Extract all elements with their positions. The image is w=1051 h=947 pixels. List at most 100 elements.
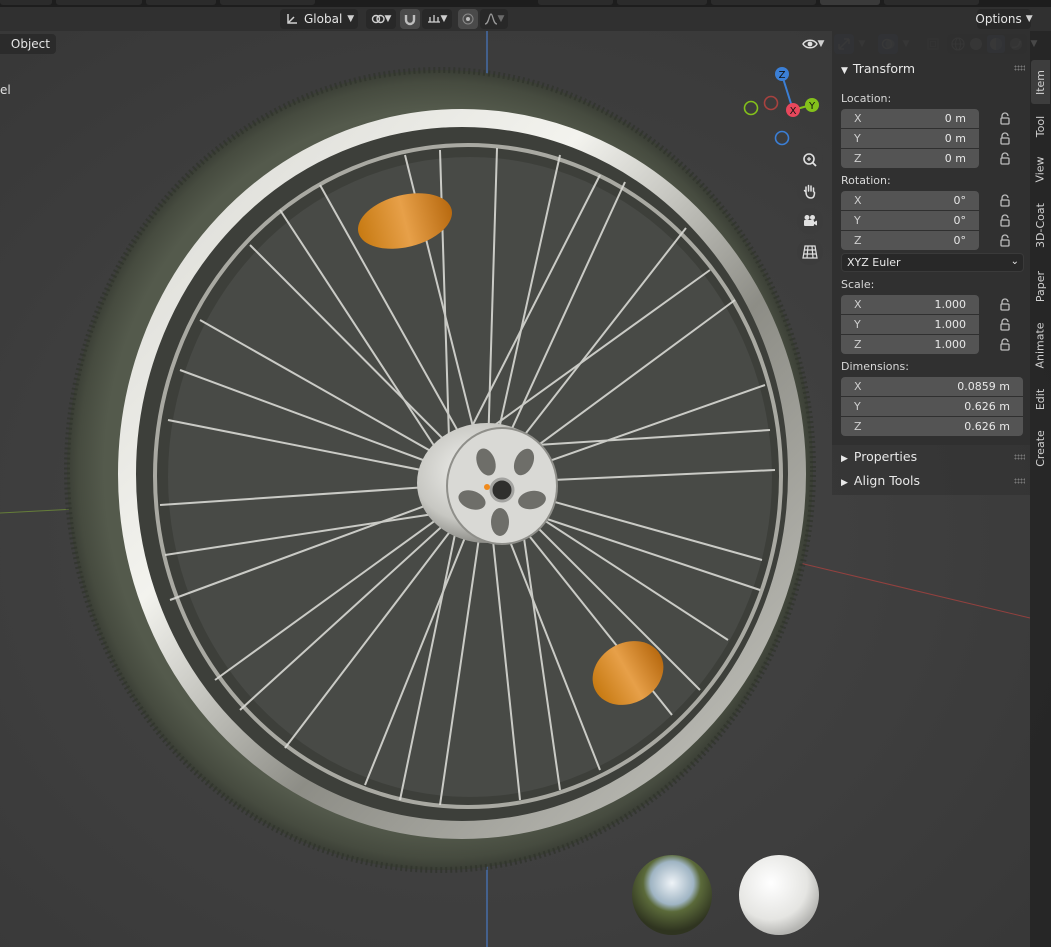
field-value: 0° xyxy=(953,234,967,247)
perspective-toggle[interactable] xyxy=(797,239,823,265)
top-strip-segment[interactable] xyxy=(711,0,816,5)
top-strip-segment[interactable] xyxy=(0,0,52,5)
zoom-button[interactable] xyxy=(797,147,823,173)
white-preview-sphere xyxy=(739,855,819,935)
top-strip-segment[interactable] xyxy=(538,0,613,5)
camera-icon xyxy=(804,215,817,226)
align-tools-title: Align Tools xyxy=(853,473,921,488)
object-mode-button[interactable]: Object xyxy=(0,34,56,54)
proportional-edit-icon xyxy=(462,13,474,25)
gizmo-neg-y-axis[interactable] xyxy=(743,100,759,116)
axis-label: Z xyxy=(854,338,862,351)
lock-icon[interactable] xyxy=(999,318,1011,332)
tab-paper[interactable]: Paper xyxy=(1031,260,1050,312)
tab-label: Item xyxy=(1034,69,1048,95)
gizmo-neg-z-axis[interactable] xyxy=(774,130,790,146)
transform-panel-header[interactable]: ▼ Transform xyxy=(841,61,915,76)
axis-label: Y xyxy=(854,318,861,331)
dimensions-y-field[interactable]: Y 0.626 m xyxy=(841,397,1023,416)
top-strip-segment[interactable] xyxy=(820,0,880,5)
snap-increment-icon xyxy=(427,15,440,23)
expand-arrow-icon: ▶ xyxy=(841,478,848,488)
pivot-point-dropdown[interactable]: ▼ xyxy=(366,9,396,29)
scale-x-field[interactable]: X 1.000 xyxy=(841,295,979,314)
tab-label: View xyxy=(1034,155,1048,183)
proportional-edit-toggle[interactable] xyxy=(458,9,478,29)
camera-view-button[interactable] xyxy=(797,208,823,234)
gizmo-neg-x-axis[interactable] xyxy=(763,95,779,111)
gizmo-x-label: X xyxy=(790,106,797,117)
axis-label: X xyxy=(854,380,862,393)
zoom-icon xyxy=(803,153,817,167)
snap-toggle[interactable] xyxy=(400,9,420,29)
top-strip-segment[interactable] xyxy=(617,0,707,5)
lock-icon[interactable] xyxy=(999,112,1011,126)
align-tools-panel-header[interactable]: ▶ Align Tools xyxy=(841,473,920,488)
magnet-icon xyxy=(404,15,416,26)
lock-icon[interactable] xyxy=(999,194,1011,208)
object-mode-label: Object xyxy=(10,37,50,51)
chevron-down-icon: ▼ xyxy=(1025,14,1033,24)
dimensions-x-field[interactable]: X 0.0859 m xyxy=(841,377,1023,396)
tab-create[interactable]: Create xyxy=(1031,422,1050,474)
lock-icon[interactable] xyxy=(999,152,1011,166)
lock-icon[interactable] xyxy=(999,132,1011,146)
field-value: 0 m xyxy=(944,132,966,145)
collapse-arrow-icon: ▼ xyxy=(841,66,848,76)
tab-edit[interactable]: Edit xyxy=(1031,378,1050,420)
lock-icon[interactable] xyxy=(999,234,1011,248)
pan-button[interactable] xyxy=(797,178,823,204)
hand-icon xyxy=(803,184,816,199)
top-strip-segment[interactable] xyxy=(884,0,979,5)
chevron-down-icon: ▼ xyxy=(497,14,505,24)
tab-animate[interactable]: Animate xyxy=(1031,314,1050,376)
panel-drag-handle[interactable] xyxy=(1014,454,1025,460)
tab-label: Create xyxy=(1034,429,1047,467)
options-dropdown[interactable]: Options ▼ xyxy=(975,9,1033,29)
panel-drag-handle[interactable] xyxy=(1014,65,1025,71)
field-value: 0 m xyxy=(944,112,966,125)
lock-icon[interactable] xyxy=(999,338,1011,352)
axis-label: Y xyxy=(854,400,861,413)
rotation-mode-value: XYZ Euler xyxy=(847,256,901,269)
dimensions-label: Dimensions: xyxy=(841,360,909,373)
location-y-field[interactable]: Y 0 m xyxy=(841,129,979,148)
location-x-field[interactable]: X 0 m xyxy=(841,109,979,128)
location-z-field[interactable]: Z 0 m xyxy=(841,149,979,168)
object-origin xyxy=(484,484,490,490)
dimensions-z-field[interactable]: Z 0.626 m xyxy=(841,417,1023,436)
lock-icon[interactable] xyxy=(999,298,1011,312)
tab-3d-coat[interactable]: 3D-Coat xyxy=(1031,192,1050,258)
field-value: 0.0859 m xyxy=(957,380,1010,393)
top-strip-segment[interactable] xyxy=(220,0,315,5)
falloff-dropdown[interactable]: ▼ xyxy=(480,9,508,29)
scale-y-field[interactable]: Y 1.000 xyxy=(841,315,979,334)
rotation-mode-dropdown[interactable]: XYZ Euler ⌄ xyxy=(841,253,1024,272)
snap-target-dropdown[interactable]: ▼ xyxy=(422,9,452,29)
navigation-gizmo[interactable]: Z Y X xyxy=(740,65,830,151)
gizmo-y-label: Y xyxy=(808,101,816,112)
rotation-y-field[interactable]: Y 0° xyxy=(841,211,979,230)
scale-z-field[interactable]: Z 1.000 xyxy=(841,335,979,354)
properties-title: Properties xyxy=(853,449,918,464)
panel-drag-handle[interactable] xyxy=(1014,478,1025,484)
chevron-down-icon: ⌄ xyxy=(1010,256,1019,267)
lock-icon[interactable] xyxy=(999,214,1011,228)
transform-title: Transform xyxy=(852,61,916,76)
chevron-down-icon: ▼ xyxy=(384,14,392,24)
properties-panel-header[interactable]: ▶ Properties xyxy=(841,449,917,464)
transform-orientation-dropdown[interactable]: Global ▼ xyxy=(280,9,358,29)
tab-label: Animate xyxy=(1034,321,1047,369)
expand-arrow-icon: ▶ xyxy=(841,454,848,464)
tab-tool[interactable]: Tool xyxy=(1031,106,1050,146)
axis-label: Z xyxy=(854,234,862,247)
viewport-header: Global ▼ ▼ ▼ ▼ Options ▼ xyxy=(0,7,1051,31)
visibility-dropdown[interactable]: ▼ xyxy=(796,34,830,54)
rotation-x-field[interactable]: X 0° xyxy=(841,191,979,210)
top-strip-segment[interactable] xyxy=(146,0,216,5)
tab-item[interactable]: Item xyxy=(1031,60,1050,104)
tab-view[interactable]: View xyxy=(1031,148,1050,190)
tab-label: 3D-Coat xyxy=(1034,202,1047,248)
rotation-z-field[interactable]: Z 0° xyxy=(841,231,979,250)
top-strip-segment[interactable] xyxy=(56,0,142,5)
